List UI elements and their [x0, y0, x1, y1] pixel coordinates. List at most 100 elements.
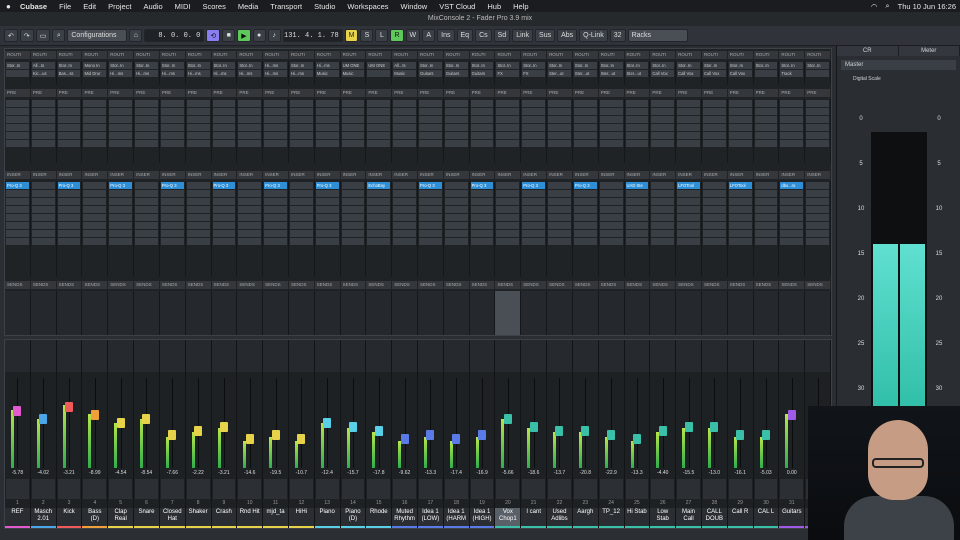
- section-label[interactable]: SENDS: [779, 281, 806, 289]
- fader-value[interactable]: -12.4: [315, 470, 340, 476]
- pre-slot[interactable]: [289, 140, 313, 147]
- insert-slot[interactable]: [496, 206, 520, 213]
- pre-slot[interactable]: [470, 100, 494, 107]
- insert-slot[interactable]: [806, 206, 829, 213]
- pre-slot[interactable]: [470, 124, 494, 131]
- channel-name[interactable]: TP_12: [598, 508, 624, 528]
- pre-slot[interactable]: [6, 140, 29, 147]
- insert-slot[interactable]: [754, 190, 778, 197]
- channel-name[interactable]: Piano (D): [340, 508, 366, 528]
- fader-cap[interactable]: [710, 422, 719, 432]
- channel-name[interactable]: Shaker: [185, 508, 211, 528]
- pre-slot[interactable]: [212, 108, 236, 115]
- pre-slot[interactable]: [573, 108, 597, 115]
- routing-slot[interactable]: [754, 70, 778, 77]
- menu-hub[interactable]: Hub: [481, 2, 507, 11]
- section-label[interactable]: ROUTI: [366, 51, 393, 59]
- channel-name[interactable]: Crash: [211, 508, 237, 528]
- position-display[interactable]: 8. 0. 0. 0: [144, 29, 205, 42]
- section-label[interactable]: ROUTI: [521, 51, 548, 59]
- insert-slot[interactable]: [573, 238, 597, 245]
- insert-slot[interactable]: [522, 198, 546, 205]
- insert-slot[interactable]: [496, 214, 520, 221]
- fader-cap[interactable]: [658, 426, 667, 436]
- insert-slot[interactable]: [728, 222, 752, 229]
- section-label[interactable]: INSER: [134, 171, 160, 179]
- fader-cap[interactable]: [684, 422, 693, 432]
- section-label[interactable]: SENDS: [31, 281, 57, 289]
- pre-slot[interactable]: [315, 100, 339, 107]
- pre-slot[interactable]: [470, 108, 494, 115]
- insert-slot[interactable]: [599, 190, 623, 197]
- routing-slot[interactable]: UM ONE: [367, 62, 391, 69]
- section-label[interactable]: INSER: [31, 171, 57, 179]
- insert-slot[interactable]: [806, 190, 829, 197]
- insert-slot[interactable]: [238, 222, 262, 229]
- insert-slot[interactable]: [57, 230, 81, 237]
- section-label[interactable]: SENDS: [392, 281, 418, 289]
- section-label[interactable]: SENDS: [212, 281, 238, 289]
- pre-slot[interactable]: [341, 108, 365, 115]
- menu-audio[interactable]: Audio: [137, 2, 168, 11]
- section-label[interactable]: PRE: [625, 89, 651, 97]
- pre-slot[interactable]: [341, 124, 365, 131]
- qlink-button[interactable]: Q-Link: [579, 29, 608, 42]
- insert-slot[interactable]: [548, 222, 571, 229]
- menu-midi[interactable]: MIDI: [169, 2, 197, 11]
- channel-name[interactable]: Rnd Hit: [237, 508, 263, 528]
- section-label[interactable]: INSER: [547, 171, 573, 179]
- pre-slot[interactable]: [806, 140, 829, 147]
- strip-buttons[interactable]: [367, 479, 391, 499]
- pre-slot[interactable]: [625, 116, 649, 123]
- insert-slot[interactable]: [393, 222, 416, 229]
- fader-value[interactable]: -4.40: [650, 470, 675, 476]
- pre-slot[interactable]: [625, 124, 649, 131]
- search-icon[interactable]: ⌕: [885, 1, 889, 11]
- section-label[interactable]: SENDS: [521, 281, 548, 289]
- pre-slot[interactable]: [702, 140, 726, 147]
- routing-slot[interactable]: Hi...ms: [160, 70, 184, 77]
- section-label[interactable]: ROUTI: [31, 51, 57, 59]
- routing-slot[interactable]: Stor..In: [548, 62, 571, 69]
- insert-slot[interactable]: [599, 182, 623, 189]
- section-label[interactable]: PRE: [31, 89, 57, 97]
- section-label[interactable]: ROUTI: [212, 51, 238, 59]
- pre-slot[interactable]: [702, 116, 726, 123]
- section-label[interactable]: ROUTI: [444, 51, 470, 59]
- section-label[interactable]: ROUTI: [625, 51, 651, 59]
- insert-slot[interactable]: [702, 214, 726, 221]
- section-label[interactable]: SENDS: [547, 281, 573, 289]
- insert-slot[interactable]: [728, 214, 752, 221]
- pre-slot[interactable]: [754, 140, 778, 147]
- redo-icon[interactable]: ↷: [19, 29, 34, 42]
- fader-value[interactable]: 0.00: [779, 470, 804, 476]
- section-label[interactable]: SENDS: [599, 281, 625, 289]
- tab-meter[interactable]: Meter: [898, 46, 960, 56]
- pre-slot[interactable]: [651, 100, 675, 107]
- section-label[interactable]: INSER: [5, 171, 31, 179]
- pre-slot[interactable]: [573, 132, 597, 139]
- pre-slot[interactable]: [573, 124, 597, 131]
- section-label[interactable]: PRE: [212, 89, 238, 97]
- pre-slot[interactable]: [702, 108, 726, 115]
- insert-slot[interactable]: [341, 230, 365, 237]
- insert-slot[interactable]: [419, 238, 442, 245]
- insert-slot[interactable]: [212, 222, 236, 229]
- pre-slot[interactable]: [419, 116, 442, 123]
- menu-scores[interactable]: Scores: [197, 2, 232, 11]
- section-label[interactable]: ROUTI: [805, 51, 831, 59]
- insert-slot[interactable]: [393, 230, 416, 237]
- section-label[interactable]: ROUTI: [702, 51, 728, 59]
- insert-slot[interactable]: dbx...ro: [780, 182, 804, 189]
- pre-slot[interactable]: [728, 116, 752, 123]
- insert-slot[interactable]: [651, 206, 675, 213]
- pre-slot[interactable]: [470, 132, 494, 139]
- pre-slot[interactable]: [315, 140, 339, 147]
- insert-slot[interactable]: [31, 182, 55, 189]
- pre-slot[interactable]: [548, 116, 571, 123]
- fader-value[interactable]: -8.54: [134, 470, 159, 476]
- section-label[interactable]: PRE: [599, 89, 625, 97]
- mute-all-button[interactable]: M: [344, 29, 359, 42]
- section-label[interactable]: PRE: [728, 89, 754, 97]
- pre-slot[interactable]: [135, 132, 158, 139]
